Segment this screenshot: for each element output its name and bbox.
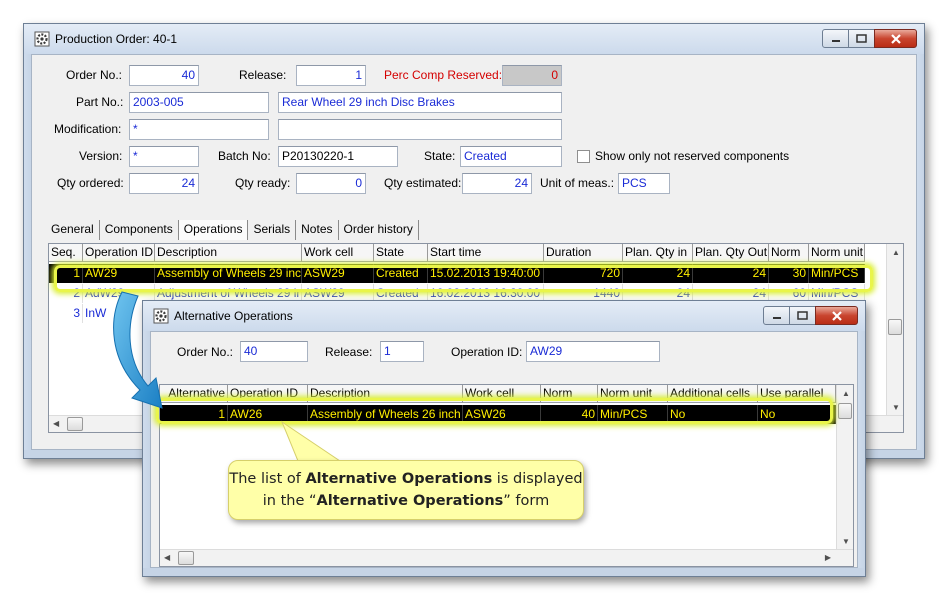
minimize-icon[interactable] — [822, 29, 849, 48]
release-label: Release: — [239, 68, 287, 82]
batch-no-field[interactable]: P20130220-1 — [278, 146, 398, 167]
qty-ready-field[interactable]: 0 — [296, 173, 366, 194]
scroll-thumb[interactable] — [67, 417, 83, 431]
callout-text: in the “ — [262, 493, 317, 509]
col-operation-id[interactable]: Operation ID — [83, 244, 155, 262]
scroll-down-icon[interactable]: ▼ — [842, 537, 850, 546]
qty-ordered-field[interactable]: 24 — [129, 173, 199, 194]
col-norm[interactable]: Norm — [769, 244, 809, 262]
col-work-cell[interactable]: Work cell — [302, 244, 374, 262]
main-window-title: Production Order: 40-1 — [55, 32, 178, 46]
scroll-up-icon[interactable]: ▲ — [842, 389, 850, 398]
scroll-right-icon[interactable]: ▶ — [825, 553, 831, 562]
operations-vertical-scrollbar[interactable]: ▲ ▼ — [886, 244, 903, 416]
tab-serials[interactable]: Serials — [248, 220, 297, 240]
version-label: Version: — [79, 149, 123, 163]
qty-ready-label: Qty ready: — [235, 176, 291, 190]
callout-emphasis: Alternative Operations — [305, 471, 493, 487]
col-description[interactable]: Description — [155, 244, 302, 262]
unit-field[interactable]: PCS — [618, 173, 670, 194]
maximize-icon[interactable] — [789, 306, 816, 325]
qty-estimated-field[interactable]: 24 — [462, 173, 532, 194]
tab-notes[interactable]: Notes — [296, 220, 339, 240]
order-no-label: Order No.: — [66, 68, 123, 82]
alt-release-field[interactable]: 1 — [380, 341, 424, 362]
minimize-icon[interactable] — [763, 306, 790, 325]
app-window-icon — [34, 31, 50, 47]
modification-label: Modification: — [54, 122, 122, 136]
alt-operation-id-label: Operation ID: — [451, 345, 523, 359]
part-no-label: Part No.: — [76, 95, 124, 109]
unit-label: Unit of meas.: — [540, 176, 615, 190]
alt-client-area: Order No.: 40 Release: 1 Operation ID: A… — [150, 331, 858, 568]
close-icon[interactable] — [815, 306, 858, 325]
close-icon[interactable] — [874, 29, 917, 48]
tab-general[interactable]: General — [46, 220, 100, 240]
tab-bar: General Components Operations Serials No… — [46, 220, 419, 240]
col-state[interactable]: State — [374, 244, 428, 262]
scroll-left-icon[interactable]: ◀ — [164, 553, 170, 562]
tab-operations[interactable]: Operations — [178, 220, 249, 240]
main-caption-buttons — [822, 29, 917, 48]
callout-text: is displayed — [492, 471, 583, 487]
col-duration[interactable]: Duration — [544, 244, 623, 262]
scroll-thumb[interactable] — [838, 403, 852, 419]
alternative-operations-window: Alternative Operations Order No.: 40 Rel… — [142, 300, 866, 577]
order-no-field[interactable]: 40 — [129, 65, 199, 86]
col-start-time[interactable]: Start time — [428, 244, 544, 262]
show-only-not-reserved-checkbox[interactable] — [577, 150, 590, 163]
perc-comp-label: Perc Comp Reserved: — [384, 68, 503, 82]
qty-estimated-label: Qty estimated: — [384, 176, 462, 190]
version-field[interactable]: * — [129, 146, 199, 167]
operations-grid-header: Seq. Operation ID Description Work cell … — [49, 244, 865, 262]
callout-pointer — [280, 420, 342, 462]
alt-vertical-scrollbar[interactable]: ▲ ▼ — [836, 385, 853, 550]
alt-operation-id-field[interactable]: AW29 — [526, 341, 660, 362]
col-norm-unit[interactable]: Norm unit — [809, 244, 865, 262]
alt-horizontal-scrollbar[interactable]: ◀ ▶ — [160, 549, 853, 566]
state-field[interactable]: Created — [460, 146, 562, 167]
alternative-row-highlight — [156, 398, 833, 424]
callout-line-1: The list of Alternative Operations is di… — [229, 468, 583, 490]
flow-arrow-icon — [113, 291, 163, 409]
tab-order-history[interactable]: Order history — [338, 220, 419, 240]
callout-line-2: in the “Alternative Operations” form — [229, 490, 583, 512]
alt-window-title: Alternative Operations — [174, 309, 293, 323]
col-plan-qty-in[interactable]: Plan. Qty in — [623, 244, 693, 262]
callout-text: The list of — [229, 471, 306, 487]
cell-seq: 3 — [49, 304, 83, 323]
alt-frame-bottom — [143, 568, 865, 576]
col-seq[interactable]: Seq. — [49, 244, 83, 262]
release-field[interactable]: 1 — [296, 65, 366, 86]
perc-comp-field: 0 — [502, 65, 562, 86]
show-only-not-reserved-label: Show only not reserved components — [595, 149, 790, 163]
alt-frame-right — [858, 331, 865, 576]
callout-note: The list of Alternative Operations is di… — [228, 460, 584, 520]
qty-ordered-label: Qty ordered: — [57, 176, 124, 190]
selected-row-highlight — [54, 265, 873, 292]
modification-extra-field[interactable] — [278, 119, 562, 140]
part-description-field[interactable]: Rear Wheel 29 inch Disc Brakes — [278, 92, 562, 113]
alt-release-label: Release: — [325, 345, 373, 359]
maximize-icon[interactable] — [848, 29, 875, 48]
tab-components[interactable]: Components — [99, 220, 179, 240]
scroll-left-icon[interactable]: ◀ — [53, 419, 59, 428]
main-frame-left — [24, 54, 31, 458]
col-plan-qty-out[interactable]: Plan. Qty Out — [693, 244, 769, 262]
alt-caption-buttons — [763, 306, 858, 325]
scroll-down-icon[interactable]: ▼ — [892, 403, 900, 412]
callout-text: ” form — [503, 493, 550, 509]
scroll-thumb[interactable] — [178, 551, 194, 565]
scroll-up-icon[interactable]: ▲ — [892, 248, 900, 257]
alt-order-no-field[interactable]: 40 — [240, 341, 308, 362]
part-no-field[interactable]: 2003-005 — [129, 92, 269, 113]
batch-no-label: Batch No: — [218, 149, 271, 163]
modification-field[interactable]: * — [129, 119, 269, 140]
callout-emphasis: Alternative Operations — [316, 493, 504, 509]
alt-order-no-label: Order No.: — [177, 345, 234, 359]
scroll-thumb[interactable] — [888, 319, 902, 335]
main-frame-right — [917, 54, 924, 458]
state-label: State: — [424, 149, 456, 163]
